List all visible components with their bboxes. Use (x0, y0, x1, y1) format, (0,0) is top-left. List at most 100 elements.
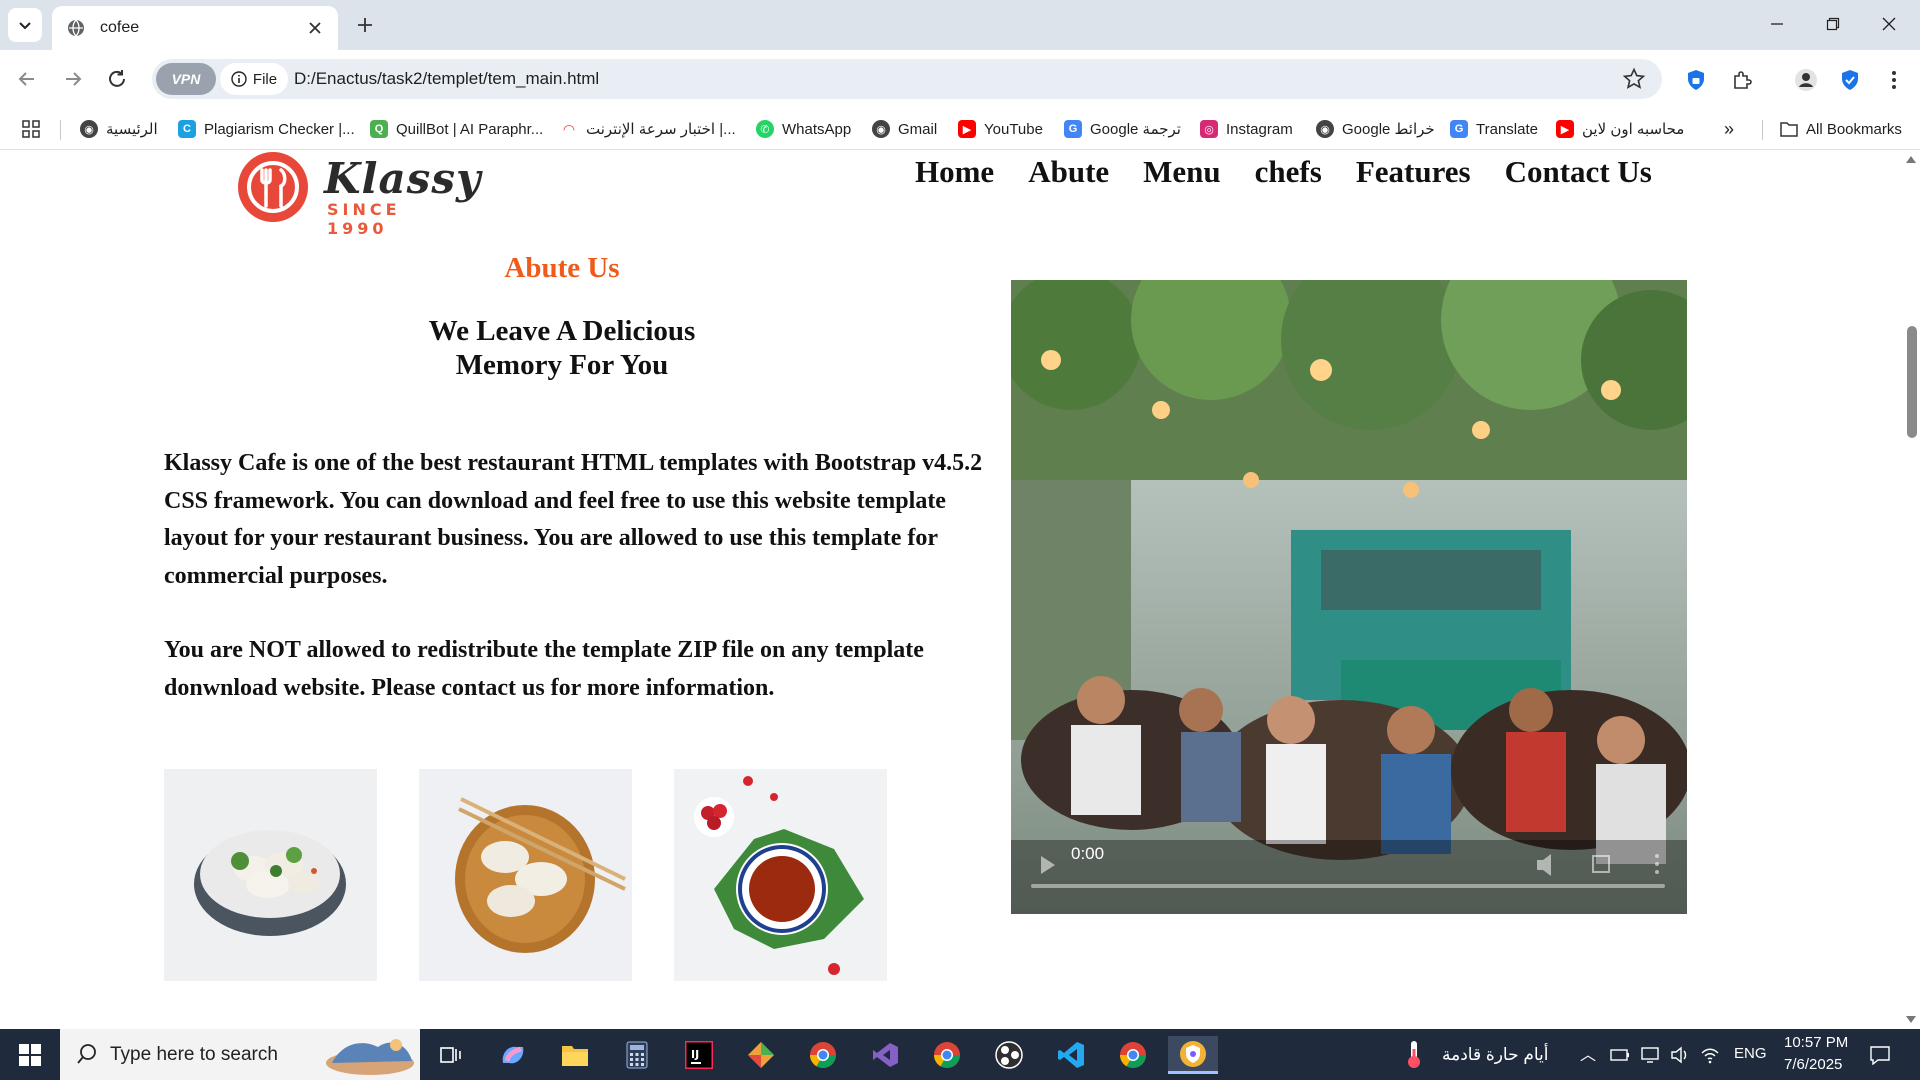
profile-icon (1795, 69, 1817, 91)
apps-button[interactable] (22, 116, 40, 142)
bookmark-star-icon[interactable] (1622, 67, 1646, 91)
extension-shield-icon[interactable] (1682, 66, 1710, 94)
arrow-right-icon (66, 72, 82, 86)
bookmark-item[interactable]: ▶ YouTube (958, 116, 1043, 142)
back-button[interactable] (10, 62, 44, 96)
minimize-button[interactable] (1754, 8, 1800, 40)
taskbar-search-box[interactable]: Type here to search (60, 1029, 420, 1080)
nav-contact[interactable]: Contact Us (1505, 154, 1652, 190)
bookmark-label: Google ترجمة (1090, 121, 1181, 138)
puzzle-icon (1734, 71, 1752, 89)
scroll-down-arrow-icon[interactable] (1906, 1016, 1916, 1023)
profile-button[interactable] (1792, 66, 1820, 94)
all-bookmarks-button[interactable]: All Bookmarks (1780, 116, 1902, 142)
chevron-up-icon[interactable]: ︿ (1580, 1041, 1596, 1065)
restaurant-video-frame (1011, 280, 1687, 914)
dumplings-bowl-image (164, 769, 377, 981)
extensions-button[interactable] (1728, 66, 1756, 94)
apps-grid-icon (22, 120, 40, 138)
nav-about[interactable]: Abute (1028, 154, 1109, 190)
intellij-app[interactable]: IJ (680, 1036, 718, 1074)
chrome-app[interactable] (1114, 1036, 1152, 1074)
visual-studio-app[interactable] (866, 1036, 904, 1074)
battery-icon[interactable] (1610, 1048, 1630, 1062)
bookmark-item[interactable]: ◎ Instagram (1200, 116, 1293, 142)
nav-menu[interactable]: Menu (1143, 154, 1221, 190)
page-scrollbar[interactable] (1902, 150, 1920, 1029)
forward-button[interactable] (56, 62, 90, 96)
close-tab-button[interactable] (304, 17, 326, 39)
vpn-browser-app[interactable] (1168, 1036, 1218, 1074)
bookmark-item[interactable]: Q QuillBot | AI Paraphr... (370, 116, 543, 142)
weather-text[interactable]: أيام حارة قادمة (1442, 1045, 1549, 1065)
bookmark-item[interactable]: ▶ محاسبه اون لاين (1556, 116, 1684, 142)
thermometer-icon (1408, 1041, 1420, 1068)
chrome-profile-app[interactable] (804, 1036, 842, 1074)
bookmark-item[interactable]: ◠ اختبار سرعة الإنترنت |... (560, 116, 736, 142)
vpn-button[interactable]: VPN (156, 63, 216, 95)
language-indicator[interactable]: ENG (1734, 1045, 1767, 1062)
check-shield-icon (1842, 70, 1858, 90)
more-bookmarks-button[interactable]: » (1724, 116, 1734, 142)
vscode-app[interactable] (1052, 1036, 1090, 1074)
nav-features[interactable]: Features (1356, 154, 1471, 190)
visual-studio-icon (873, 1043, 898, 1067)
bookmark-item[interactable]: ◉ الرئيسية (80, 116, 158, 142)
main-navigation: Home Abute Menu chefs Features Contact U… (915, 154, 1652, 190)
file-explorer-app[interactable] (556, 1036, 594, 1074)
browser-menu-button[interactable] (1880, 66, 1908, 94)
bookmark-label: WhatsApp (782, 120, 852, 138)
restore-button[interactable] (1810, 8, 1856, 40)
url-text[interactable]: D:/Enactus/task2/templet/tem_main.html (294, 69, 599, 89)
browser-tab[interactable]: cofee (52, 6, 338, 50)
wifi-icon[interactable] (1700, 1046, 1720, 1064)
bookmark-label: Instagram (1226, 120, 1293, 138)
bookmark-item[interactable]: ✆ WhatsApp (756, 116, 851, 142)
site-logo[interactable]: Klassy SINCE 1990 (236, 150, 480, 238)
bookmark-item[interactable]: G Translate (1450, 116, 1538, 142)
scroll-up-arrow-icon[interactable] (1906, 156, 1916, 163)
address-bar[interactable]: VPN File D:/Enactus/task2/templet/tem_ma… (152, 59, 1662, 99)
copilot-icon (502, 1046, 524, 1064)
bookmark-item[interactable]: ◉ Google خرائط (1316, 116, 1435, 142)
reload-button[interactable] (100, 62, 134, 96)
start-button[interactable] (0, 1029, 60, 1080)
nav-home[interactable]: Home (915, 154, 994, 190)
clock-date[interactable]: 7/6/2025 (1784, 1056, 1842, 1073)
search-placeholder: Type here to search (110, 1044, 278, 1065)
clock-time[interactable]: 10:57 PM (1784, 1034, 1848, 1051)
calculator-app[interactable] (618, 1036, 656, 1074)
bookmark-label: Plagiarism Checker |... (204, 120, 355, 138)
close-icon (1882, 17, 1896, 31)
browser-toolbar: VPN File D:/Enactus/task2/templet/tem_ma… (0, 50, 1920, 108)
heading-line: Memory For You (455, 349, 669, 381)
notification-icon[interactable] (1869, 1045, 1891, 1065)
section-label: Abute Us (504, 252, 620, 284)
vpn-shield-button[interactable] (1836, 66, 1864, 94)
bookmark-item[interactable]: ◉ Gmail (872, 116, 937, 142)
tab-search-button[interactable] (8, 8, 42, 42)
close-window-button[interactable] (1866, 8, 1912, 40)
tea-cup-image (674, 769, 887, 981)
git-app[interactable] (742, 1036, 780, 1074)
restaurant-video-player[interactable]: 0:00 (1011, 280, 1687, 914)
close-icon (309, 22, 321, 34)
new-tab-button[interactable] (352, 12, 378, 38)
chrome-alt-app[interactable] (928, 1036, 966, 1074)
plus-icon (358, 18, 372, 32)
obs-app[interactable] (990, 1036, 1028, 1074)
scrollbar-thumb[interactable] (1907, 326, 1917, 438)
copilot-app[interactable] (494, 1036, 532, 1074)
video-progress-bar[interactable] (1031, 884, 1665, 888)
bookmark-item[interactable]: C Plagiarism Checker |... (178, 116, 355, 142)
bookmark-item[interactable]: G Google ترجمة (1064, 116, 1181, 142)
chrome-icon (1119, 1042, 1147, 1069)
windows-logo-icon (19, 1043, 41, 1066)
bookmark-label: محاسبه اون لاين (1582, 121, 1685, 138)
network-icon[interactable] (1640, 1046, 1660, 1064)
google-translate-icon: G (1064, 120, 1082, 138)
task-view-button[interactable] (432, 1036, 470, 1074)
volume-icon[interactable] (1670, 1046, 1690, 1064)
site-info-chip[interactable]: File (220, 63, 288, 95)
nav-chefs[interactable]: chefs (1255, 154, 1322, 190)
